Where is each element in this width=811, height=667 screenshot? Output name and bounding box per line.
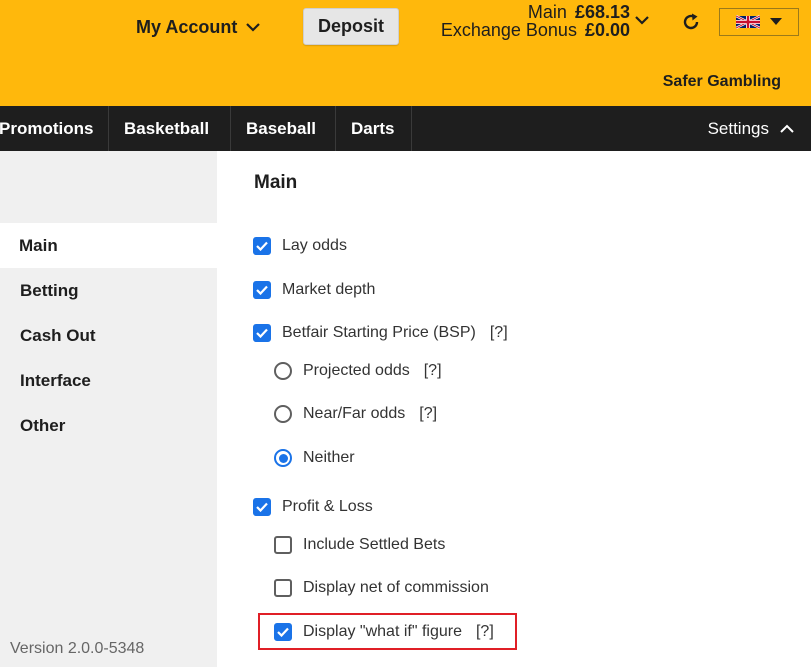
lay-odds-checkbox[interactable] [253,237,271,255]
sidebar-item-other[interactable]: Other [0,403,217,448]
settings-label: Settings [707,118,769,138]
settings-toggle[interactable]: Settings [708,106,795,151]
lay-odds-label: Lay odds [282,237,347,254]
projected-odds-label: Projected odds [303,362,410,379]
deposit-button[interactable]: Deposit [303,8,399,45]
my-account-menu[interactable]: My Account [136,14,261,40]
projected-odds-option[interactable]: Projected odds [?] [274,360,442,382]
sidebar-item-betting[interactable]: Betting [0,268,217,313]
bsp-label: Betfair Starting Price (BSP) [282,324,476,341]
page-title: Main [254,172,298,193]
top-header: My Account Deposit Main £68.13 Exchange … [0,0,811,106]
sports-nav-bar: Promotions Basketball Baseball Darts Set… [0,106,811,151]
nav-item-baseball[interactable]: Baseball [231,106,336,151]
neither-label: Neither [303,449,355,466]
include-settled-bets-checkbox[interactable] [274,536,292,554]
bsp-option[interactable]: Betfair Starting Price (BSP) [?] [253,322,508,344]
bsp-help-link[interactable]: [?] [490,324,508,342]
net-of-commission-label: Display net of commission [303,579,489,596]
nav-item-promotions[interactable]: Promotions [0,106,109,151]
safer-gambling-link[interactable]: Safer Gambling [663,73,781,91]
version-text: Version 2.0.0-5348 [10,640,145,657]
main-balance-label: Main [527,2,567,22]
net-of-commission-checkbox[interactable] [274,579,292,597]
near-far-odds-radio[interactable] [274,405,292,423]
check-icon [256,285,268,295]
refresh-icon[interactable] [680,11,702,33]
bonus-balance-amount: £0.00 [584,20,630,40]
bonus-balance-label: Exchange Bonus [440,20,577,40]
market-depth-option[interactable]: Market depth [253,279,375,301]
check-icon [256,328,268,338]
check-icon [256,502,268,512]
sidebar-item-interface[interactable]: Interface [0,358,217,403]
market-depth-checkbox[interactable] [253,281,271,299]
caret-down-icon [770,18,782,25]
uk-flag-icon [736,15,760,29]
projected-odds-radio[interactable] [274,362,292,380]
main-balance-row: Main £68.13 [430,3,630,21]
include-settled-bets-option[interactable]: Include Settled Bets [274,534,445,556]
sidebar-item-main[interactable]: Main [0,223,217,268]
bonus-balance-row: Exchange Bonus £0.00 [430,21,630,39]
include-settled-bets-label: Include Settled Bets [303,536,446,553]
profit-loss-checkbox[interactable] [253,498,271,516]
near-far-odds-help-link[interactable]: [?] [419,405,437,423]
nav-item-darts[interactable]: Darts [336,106,412,151]
near-far-odds-option[interactable]: Near/Far odds [?] [274,403,437,425]
lay-odds-option[interactable]: Lay odds [253,235,347,257]
nav-item-basketball[interactable]: Basketball [109,106,231,151]
neither-radio[interactable] [274,449,292,467]
profit-loss-label: Profit & Loss [282,498,373,515]
profit-loss-option[interactable]: Profit & Loss [253,496,373,518]
highlight-box [258,613,517,650]
main-balance-amount: £68.13 [574,2,630,22]
net-of-commission-option[interactable]: Display net of commission [274,577,489,599]
my-account-label: My Account [136,16,238,37]
chevron-up-icon [780,124,794,133]
check-icon [256,241,268,251]
settings-sidebar: Main Betting Cash Out Interface Other Ve… [0,151,217,667]
sidebar-item-cash-out[interactable]: Cash Out [0,313,217,358]
language-selector[interactable] [719,8,799,36]
market-depth-label: Market depth [282,281,376,298]
chevron-down-icon[interactable] [634,15,650,25]
bsp-checkbox[interactable] [253,324,271,342]
chevron-down-icon [246,23,261,32]
near-far-odds-label: Near/Far odds [303,405,406,422]
projected-odds-help-link[interactable]: [?] [424,362,442,380]
balance-display[interactable]: Main £68.13 Exchange Bonus £0.00 [430,3,630,39]
neither-option[interactable]: Neither [274,447,355,469]
